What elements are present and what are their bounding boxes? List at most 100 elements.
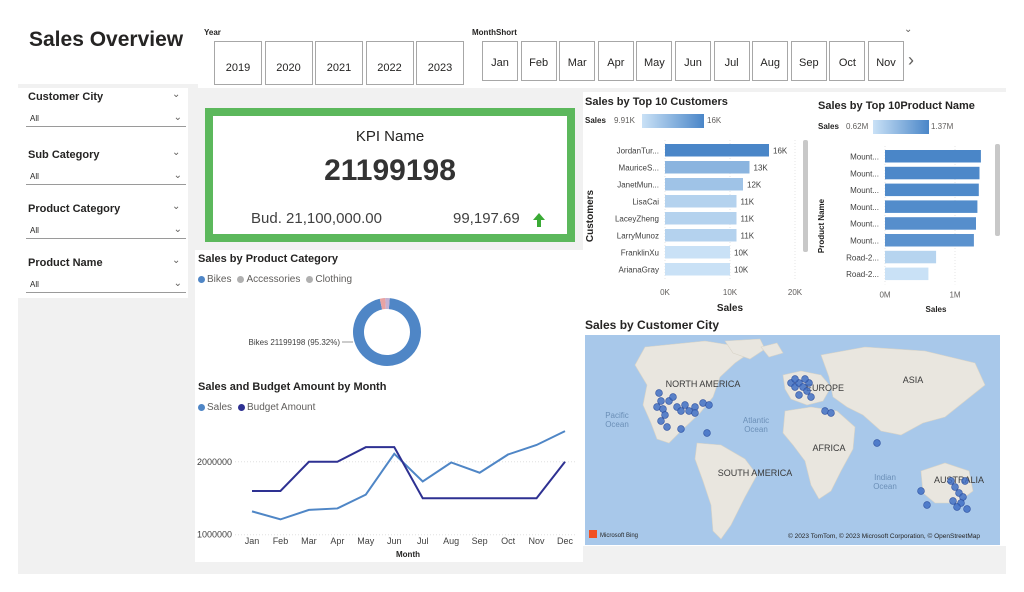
city-bubble[interactable]	[791, 375, 799, 383]
city-bubble[interactable]	[917, 487, 925, 495]
bar[interactable]	[665, 246, 730, 259]
category-label: Mount...	[850, 186, 879, 195]
legend-item-accessories[interactable]: Accessories	[237, 274, 300, 285]
month-tile-apr[interactable]: Apr	[597, 41, 634, 81]
bar[interactable]	[665, 263, 730, 276]
bar[interactable]	[665, 212, 737, 225]
bar[interactable]	[885, 166, 980, 180]
city-bubble[interactable]	[953, 503, 961, 511]
y-axis-title: Product Name	[817, 198, 826, 253]
bar[interactable]	[665, 178, 743, 191]
month-tile-mar[interactable]: Mar	[559, 41, 596, 81]
city-bubble[interactable]	[963, 505, 971, 513]
customer-city-map[interactable]: NORTH AMERICA EUROPEASIAAFRICASOUTH AMERI…	[585, 335, 1000, 545]
chevron-down-icon[interactable]: ⌄	[172, 89, 180, 100]
bar[interactable]	[885, 267, 929, 281]
bar[interactable]	[885, 150, 981, 163]
bar[interactable]	[885, 250, 937, 264]
month-tile-aug[interactable]: Aug	[752, 41, 789, 81]
city-bubble[interactable]	[801, 375, 809, 383]
sales-budget-line-chart[interactable]: 1000000 2000000 Jan Feb Mar Apr May Jun Jul Aug Se…	[195, 418, 583, 562]
city-bubble[interactable]	[827, 409, 835, 417]
city-bubble[interactable]	[873, 439, 881, 447]
city-bubble[interactable]	[661, 411, 669, 419]
month-tile-jan[interactable]: Jan	[482, 41, 518, 81]
sub-category-dropdown[interactable]: All ⌄	[26, 167, 186, 185]
top-customers-bar-chart[interactable]: 0K 10K 20K JordanTur... 16K MauriceS... 13K Jan…	[583, 132, 811, 314]
city-bubble[interactable]	[703, 429, 711, 437]
legend-item-bikes[interactable]: Bikes	[198, 274, 231, 285]
month-tile-may[interactable]: May	[636, 41, 673, 81]
month-tile-sep[interactable]: Sep	[790, 41, 827, 81]
city-bubble[interactable]	[803, 387, 811, 395]
month-tile-nov[interactable]: Nov	[868, 41, 904, 81]
product-name-slicer-label: Product Name	[28, 257, 103, 269]
product-name-dropdown[interactable]: All ⌄	[26, 275, 186, 293]
city-bubble[interactable]	[949, 497, 957, 505]
year-tile-2020[interactable]: 2020	[264, 41, 313, 85]
city-bubble[interactable]	[961, 477, 969, 485]
month-tile-jun[interactable]: Jun	[675, 41, 711, 81]
city-bubble[interactable]	[677, 407, 685, 415]
chevron-down-icon[interactable]: ⌄	[174, 224, 182, 235]
chevron-down-icon[interactable]: ⌄	[172, 147, 180, 158]
top-products-bar-chart[interactable]: 0M 1M Mount... Mount... Mount... Mount... Moun…	[811, 136, 1006, 314]
sales-budget-visual: Sales and Budget Amount by Month Sales B…	[195, 378, 583, 562]
city-bubble[interactable]	[807, 393, 815, 401]
bar[interactable]	[885, 217, 976, 230]
bar[interactable]	[885, 234, 974, 247]
bar[interactable]	[665, 161, 750, 174]
city-bubble[interactable]	[923, 501, 931, 509]
city-bubble[interactable]	[669, 393, 677, 401]
chevron-down-icon[interactable]: ⌄	[172, 201, 180, 212]
city-bubble[interactable]	[951, 483, 959, 491]
city-bubble[interactable]	[663, 423, 671, 431]
month-tile-jul[interactable]: Jul	[713, 41, 750, 81]
x-tick-label: Dec	[557, 536, 574, 546]
chevron-down-icon[interactable]: ⌄	[174, 170, 182, 181]
legend-item-clothing[interactable]: Clothing	[306, 274, 352, 285]
city-bubble[interactable]	[655, 389, 663, 397]
year-tile-2023[interactable]: 2023	[416, 41, 464, 85]
month-next-arrow-icon[interactable]: ›	[908, 50, 914, 71]
top-products-scrollbar[interactable]	[995, 144, 1000, 236]
chevron-down-icon[interactable]: ⌄	[172, 255, 180, 266]
bar[interactable]	[665, 229, 737, 242]
city-bubble[interactable]	[677, 425, 685, 433]
chevron-down-icon[interactable]: ⌄	[174, 112, 182, 123]
year-tile-2022[interactable]: 2022	[365, 41, 414, 85]
kpi-card[interactable]: KPI Name 21199198 Bud. 21,100,000.00 99,…	[205, 108, 575, 242]
city-bubble[interactable]	[705, 401, 713, 409]
map-attribution: © 2023 TomTom, © 2023 Microsoft Corporat…	[788, 532, 980, 540]
bar[interactable]	[885, 200, 978, 213]
year-tile-2019[interactable]: 2019	[214, 41, 262, 85]
bar[interactable]	[665, 144, 769, 157]
bar[interactable]	[665, 195, 737, 208]
city-bubble[interactable]	[691, 409, 699, 417]
month-slicer-chevron-icon[interactable]: ⌄	[904, 24, 912, 35]
legend-item-sales[interactable]: Sales	[198, 402, 232, 413]
bar[interactable]	[885, 183, 979, 197]
x-tick-label: 20K	[788, 288, 803, 297]
product-category-donut[interactable]: Bikes 21199198 (95.32%)	[195, 290, 583, 378]
series-line-sales[interactable]	[251, 430, 566, 521]
x-tick-label: 1M	[949, 290, 960, 299]
top-customers-title: Sales by Top 10 Customers	[585, 96, 728, 108]
customer-city-dropdown[interactable]: All ⌄	[26, 109, 186, 127]
legend-item-budget[interactable]: Budget Amount	[238, 402, 315, 413]
top-customers-scrollbar[interactable]	[803, 140, 808, 252]
series-line-budget-amount[interactable]	[252, 446, 566, 500]
x-tick-label: Apr	[330, 536, 344, 546]
chevron-down-icon[interactable]: ⌄	[174, 278, 182, 289]
city-bubble[interactable]	[795, 391, 803, 399]
month-tile-feb[interactable]: Feb	[520, 41, 557, 81]
category-label: JordanTur...	[617, 147, 659, 156]
year-tile-2021[interactable]: 2021	[315, 41, 363, 85]
x-tick-label: Oct	[501, 536, 516, 546]
city-bubble[interactable]	[681, 401, 689, 409]
city-bubble[interactable]	[947, 477, 955, 485]
product-category-dropdown[interactable]: All ⌄	[26, 221, 186, 239]
city-bubble[interactable]	[657, 417, 665, 425]
month-tile-oct[interactable]: Oct	[829, 41, 866, 81]
city-bubble[interactable]	[657, 397, 665, 405]
